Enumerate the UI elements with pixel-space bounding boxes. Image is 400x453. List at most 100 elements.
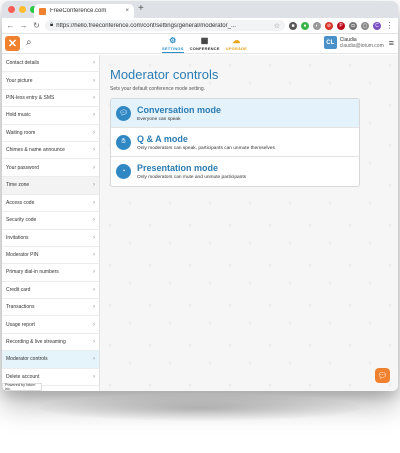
extension-box-icon[interactable]: ▢ [361,21,369,30]
forward-icon[interactable]: → [19,21,28,30]
nav-upgrade[interactable]: ☁ UPGRADE [226,35,247,53]
option-presentation-mode[interactable]: ◔ Presentation mode Only moderators can … [111,157,359,186]
sidebar-item-moderator-pin[interactable]: Moderator PIN › [2,247,99,265]
sidebar-item-time-zone[interactable]: Time zone › [2,176,99,195]
option-description: Only moderators can mute and unmute part… [137,175,247,180]
address-bar[interactable]: 🔒︎ https://hello.freeconference.com/conf… [45,20,285,31]
hamburger-menu-icon[interactable]: ≡ [389,38,394,48]
option-title: Conversation mode [137,104,222,115]
minimize-window-button[interactable] [19,6,26,13]
extension-red-icon[interactable]: ⊘ [325,21,333,30]
top-navigation: ⚙ SETTINGS ▦ CONFERENCE ☁ UPGRADE [162,35,247,53]
chevron-right-icon: › [93,234,95,241]
extension-pinterest-icon[interactable]: P [337,21,345,30]
chevron-right-icon: › [93,373,95,380]
settings-content: Moderator controls Sets your default con… [100,55,398,391]
sidebar-item-credit-card[interactable]: Credit card › [2,282,99,300]
nav-conference-label: CONFERENCE [189,46,220,51]
window-controls [8,6,37,13]
tab-title: FreeConference.com [50,8,107,14]
sidebar-item-label: Access code [6,199,35,206]
chevron-right-icon: › [93,199,95,206]
chevron-right-icon: › [93,217,95,224]
option-qa-mode[interactable]: ✋︎ Q & A mode Only moderators can speak,… [111,128,359,157]
sidebar-item-recording[interactable]: Recording & live streaming › [2,334,99,352]
calendar-icon: ▦ [200,36,209,45]
sidebar-item-your-picture[interactable]: Your picture › [2,72,99,90]
sidebar-item-label: Transactions [6,304,35,311]
sidebar-item-label: Your picture [6,77,33,84]
sidebar-item-label: Invitations [6,234,29,241]
new-tab-button[interactable]: + [138,3,144,14]
chevron-right-icon: › [93,269,95,276]
chevron-right-icon: › [93,164,95,171]
reload-icon[interactable]: ↻ [32,21,41,30]
sidebar-item-label: Contact details [6,60,40,67]
sidebar-item-security-code[interactable]: Security code › [2,212,99,230]
search-icon[interactable]: ⌕ [26,37,32,48]
chevron-right-icon: › [93,286,95,293]
sidebar-item-contact-details[interactable]: Contact details › [2,55,99,73]
powered-by-badge[interactable]: Powered by iotum inc. [2,383,42,391]
profile-avatar-icon[interactable]: C [373,21,381,30]
sidebar-item-your-password[interactable]: Your password › [2,159,99,177]
browser-menu-icon[interactable]: ⋮ [385,21,394,30]
chat-icon: 💬︎ [377,371,388,380]
sidebar-item-usage-report[interactable]: Usage report › [2,316,99,334]
option-description: Everyone can speak [137,116,181,122]
chevron-right-icon: › [93,339,95,346]
sidebar-item-dial-in-numbers[interactable]: Primary dial-in numbers › [2,264,99,282]
extension-green-icon[interactable]: ● [301,21,309,30]
nav-upgrade-label: UPGRADE [225,46,248,51]
extension-camera-icon[interactable]: ■ [289,21,297,30]
sidebar-item-label: Delete account [6,373,40,380]
user-email: claudia@iotum.com [339,42,384,49]
extension-camera2-icon[interactable]: ◘ [349,21,357,30]
sidebar-item-moderator-controls[interactable]: Moderator controls › [2,351,99,369]
back-icon[interactable]: ← [6,21,15,30]
mode-options-card: 💬︎ Conversation mode Everyone can speak … [110,98,360,187]
browser-tab[interactable]: FreeConference.com × [34,4,134,18]
option-conversation-mode[interactable]: 💬︎ Conversation mode Everyone can speak [111,99,359,128]
browser-window: FreeConference.com × + ← → ↻ 🔒︎ https://… [2,1,398,391]
sidebar-item-pinless-entry[interactable]: PIN-less entry & SMS › [2,90,99,108]
app-header: ✕ ⌕ ⚙ SETTINGS ▦ CONFERENCE ☁ UPGRADE CL… [2,34,398,54]
freeconference-logo[interactable]: ✕ [5,36,20,51]
address-url[interactable]: https://hello.freeconference.com/conf/se… [56,23,271,29]
sidebar-item-transactions[interactable]: Transactions › [2,299,99,317]
chevron-right-icon: › [93,252,95,259]
nav-settings-label: SETTINGS [162,46,184,51]
sidebar-item-label: Waiting room [6,129,36,136]
gear-icon: ⚙ [169,36,177,45]
chat-support-button[interactable]: 💬︎ [375,368,390,383]
browser-tab-bar: FreeConference.com × + [2,1,398,18]
presentation-icon: ◔ [116,164,131,179]
page-subtitle: Sets your default conference mode settin… [110,86,206,92]
sidebar-item-access-code[interactable]: Access code › [2,195,99,213]
sidebar-item-hold-music[interactable]: Hold music › [2,107,99,125]
user-menu[interactable]: CL Claudia claudia@iotum.com ≡ [323,36,394,49]
chat-bubbles-icon: 💬︎ [116,105,131,121]
sidebar-item-invitations[interactable]: Invitations › [2,230,99,247]
extension-gray-icon[interactable]: ◐ [313,21,321,30]
nav-conference[interactable]: ▦ CONFERENCE [190,35,220,53]
chevron-right-icon: › [93,147,95,154]
option-title: Presentation mode [137,163,219,173]
chevron-right-icon: › [93,182,95,189]
sidebar-item-label: Your password [6,164,39,171]
chevron-right-icon: › [93,129,95,136]
bookmark-star-icon[interactable]: ☆ [274,22,280,30]
sidebar-item-chimes[interactable]: Chimes & name announce › [2,142,99,160]
tab-close-icon[interactable]: × [125,8,129,14]
chevron-right-icon: › [93,356,95,363]
avatar[interactable]: CL [323,36,337,49]
browser-toolbar: ← → ↻ 🔒︎ https://hello.freeconference.co… [2,18,398,34]
nav-settings[interactable]: ⚙ SETTINGS [162,35,184,53]
close-window-button[interactable] [8,6,15,13]
chevron-right-icon: › [93,112,95,119]
settings-sidebar: Contact details › Your picture › PIN-less … [2,55,100,391]
sidebar-item-label: Moderator controls [6,356,48,363]
app-body: Contact details › Your picture › PIN-less … [2,55,398,391]
option-text: Q & A mode Only moderators can speak, pa… [137,134,275,151]
sidebar-item-waiting-room[interactable]: Waiting room › [2,125,99,142]
